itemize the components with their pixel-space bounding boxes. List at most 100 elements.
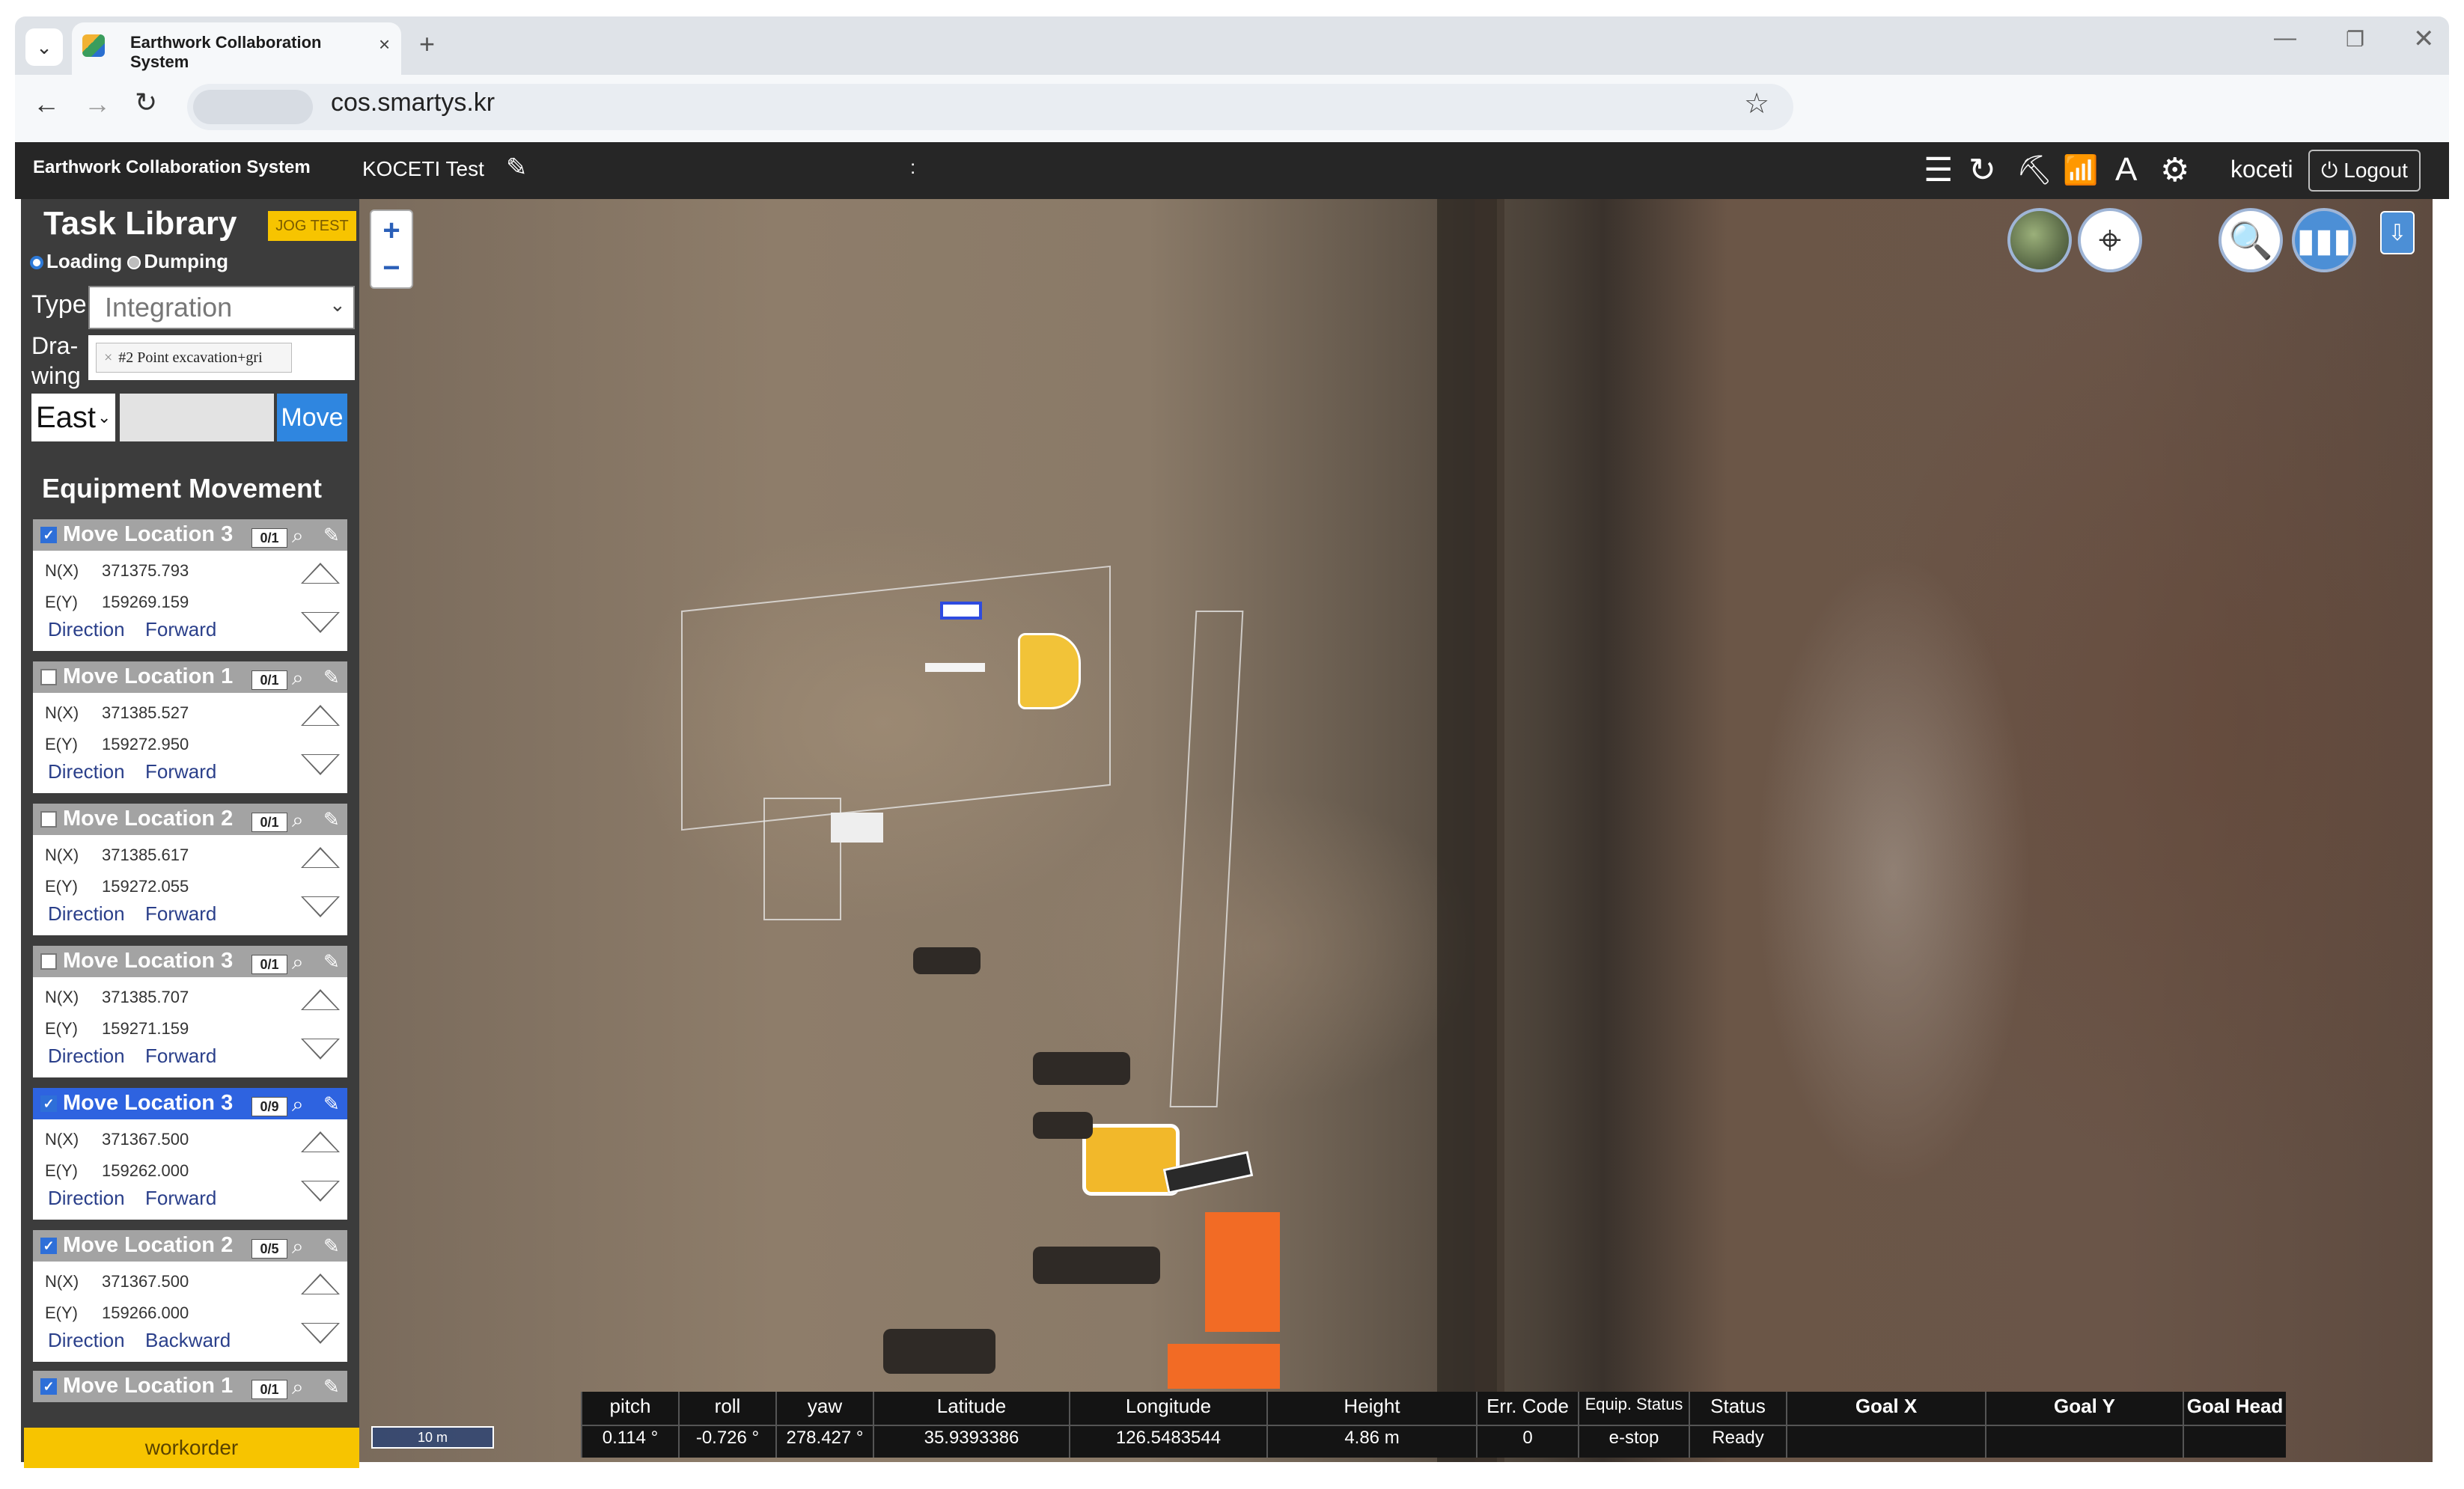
card-checkbox[interactable]: ✓ xyxy=(40,527,57,543)
status-value: e-stop xyxy=(1608,1428,1659,1448)
card-checkbox[interactable]: ✓ xyxy=(40,1378,57,1395)
card-title: Move Location 1 xyxy=(63,664,234,688)
move-up-arrow-icon[interactable] xyxy=(301,1274,340,1294)
card-count-badge: 0/1 xyxy=(251,813,287,832)
edit-icon[interactable]: ✎ xyxy=(323,950,340,973)
move-down-arrow-icon[interactable] xyxy=(301,1039,340,1060)
move-location-card[interactable]: ✓ Move Location 1 0/1 ⌕ ✎ xyxy=(33,1371,347,1402)
type-select[interactable]: Integration xyxy=(88,286,355,329)
reload-icon[interactable]: ↻ xyxy=(135,87,157,118)
move-distance-input[interactable] xyxy=(120,394,274,441)
crosshair-icon: ⌖ xyxy=(2098,217,2122,263)
zoom-out-button[interactable]: − xyxy=(374,251,409,284)
restore-icon[interactable]: ❐ xyxy=(2346,27,2364,52)
tab-close-icon[interactable]: × xyxy=(379,33,390,56)
status-header: Err. Code xyxy=(1486,1395,1569,1417)
window-close-icon[interactable]: ✕ xyxy=(2413,24,2435,54)
edit-icon[interactable]: ✎ xyxy=(323,1375,340,1398)
refresh-icon[interactable]: ↻ xyxy=(1969,151,1996,189)
satellite-map[interactable] xyxy=(359,199,2433,1462)
move-down-arrow-icon[interactable] xyxy=(301,1181,340,1202)
remove-icon[interactable]: × xyxy=(104,349,112,367)
search-map-button[interactable]: 🔍 xyxy=(2218,208,2283,272)
search-icon[interactable]: ⌕ xyxy=(292,808,304,833)
search-icon: 🔍 xyxy=(2228,221,2273,261)
move-location-card[interactable]: ✓ Move Location 3 0/1 ⌕ ✎ N(X) 371375.79… xyxy=(33,519,347,651)
status-value: 0.114 ° xyxy=(602,1428,659,1448)
dumping-radio[interactable] xyxy=(127,256,141,270)
map-layer-button[interactable] xyxy=(2007,208,2072,272)
move-up-arrow-icon[interactable] xyxy=(301,563,340,584)
new-tab-button[interactable]: + xyxy=(419,28,435,60)
move-down-arrow-icon[interactable] xyxy=(301,1323,340,1344)
direction-select[interactable]: East ⌄ xyxy=(31,394,115,441)
move-down-arrow-icon[interactable] xyxy=(301,896,340,917)
move-location-card[interactable]: Move Location 2 0/1 ⌕ ✎ N(X) 371385.617 … xyxy=(33,804,347,935)
card-checkbox[interactable] xyxy=(40,811,57,828)
jog-test-button[interactable]: JOG TEST xyxy=(268,211,356,241)
loading-radio[interactable] xyxy=(30,256,43,270)
edit-icon[interactable]: ✎ xyxy=(323,808,340,831)
tab-search-button[interactable]: ⌄ xyxy=(25,28,63,66)
chart-button[interactable]: ▮▮▮ xyxy=(2292,208,2356,272)
direction-value: East xyxy=(36,400,97,434)
card-checkbox[interactable] xyxy=(40,953,57,970)
move-location-card[interactable]: Move Location 1 0/1 ⌕ ✎ N(X) 371385.527 … xyxy=(33,661,347,793)
drawing-chip[interactable]: × #2 Point excavation+gri xyxy=(96,343,292,373)
card-checkbox[interactable] xyxy=(40,669,57,685)
excavator-icon[interactable]: ⛏ xyxy=(2016,154,2052,187)
move-up-arrow-icon[interactable] xyxy=(301,847,340,868)
download-icon[interactable]: ⇩ xyxy=(2380,211,2415,254)
zoom-in-button[interactable]: + xyxy=(374,214,409,247)
forward-arrow-icon[interactable]: → xyxy=(84,88,111,120)
site-info-chip[interactable] xyxy=(193,90,313,124)
status-header: roll xyxy=(714,1395,741,1417)
e-label: E(Y) xyxy=(45,877,78,896)
move-button[interactable]: Move xyxy=(277,394,347,441)
search-icon[interactable]: ⌕ xyxy=(292,1375,304,1400)
direction-value: Forward xyxy=(145,902,217,925)
bar-chart-icon: ▮▮▮ xyxy=(2296,221,2352,259)
card-checkbox[interactable]: ✓ xyxy=(40,1095,57,1112)
edit-icon[interactable]: ✎ xyxy=(506,153,528,183)
logout-button[interactable]: ⏻ Logout xyxy=(2308,150,2421,192)
search-icon[interactable]: ⌕ xyxy=(292,950,304,975)
font-icon[interactable]: A xyxy=(2115,151,2137,189)
move-up-arrow-icon[interactable] xyxy=(301,989,340,1010)
edit-icon[interactable]: ✎ xyxy=(323,524,340,547)
menu-icon[interactable]: ☰ xyxy=(1924,151,1953,189)
app-name: Earthwork Collaboration System xyxy=(33,157,311,177)
move-location-card[interactable]: ✓ Move Location 2 0/5 ⌕ ✎ N(X) 371367.50… xyxy=(33,1230,347,1362)
header-separator: : xyxy=(910,156,916,178)
search-icon[interactable]: ⌕ xyxy=(292,666,304,691)
n-label: N(X) xyxy=(45,1130,79,1149)
edit-icon[interactable]: ✎ xyxy=(323,666,340,689)
search-icon[interactable]: ⌕ xyxy=(292,524,304,548)
container-roof xyxy=(1168,1344,1280,1389)
n-value: 371385.527 xyxy=(102,703,189,722)
antenna-icon[interactable]: 📶 xyxy=(2063,154,2098,187)
edit-icon[interactable]: ✎ xyxy=(323,1235,340,1258)
card-count-badge: 0/1 xyxy=(251,670,287,690)
status-header: Goal Y xyxy=(2054,1395,2115,1417)
locate-button[interactable]: ⌖ xyxy=(2078,208,2142,272)
search-icon[interactable]: ⌕ xyxy=(292,1235,304,1259)
bookmark-star-icon[interactable]: ☆ xyxy=(1744,87,1769,120)
move-down-arrow-icon[interactable] xyxy=(301,754,340,775)
move-location-card[interactable]: ✓ Move Location 3 0/9 ⌕ ✎ N(X) 371367.50… xyxy=(33,1088,347,1220)
card-checkbox[interactable]: ✓ xyxy=(40,1238,57,1254)
gear-icon[interactable]: ⚙ xyxy=(2160,151,2189,189)
move-down-arrow-icon[interactable] xyxy=(301,612,340,633)
edit-icon[interactable]: ✎ xyxy=(323,1092,340,1116)
move-location-card[interactable]: Move Location 3 0/1 ⌕ ✎ N(X) 371385.707 … xyxy=(33,946,347,1077)
move-up-arrow-icon[interactable] xyxy=(301,705,340,726)
move-up-arrow-icon[interactable] xyxy=(301,1131,340,1152)
back-arrow-icon[interactable]: ← xyxy=(33,88,60,120)
status-header: Longitude xyxy=(1125,1395,1212,1417)
minimize-icon[interactable]: — xyxy=(2274,25,2296,51)
n-value: 371367.500 xyxy=(102,1130,189,1149)
workorder-button[interactable]: workorder xyxy=(24,1428,359,1468)
search-icon[interactable]: ⌕ xyxy=(292,1092,304,1117)
n-label: N(X) xyxy=(45,703,79,722)
drawing-label: Dra-wing xyxy=(31,332,81,389)
